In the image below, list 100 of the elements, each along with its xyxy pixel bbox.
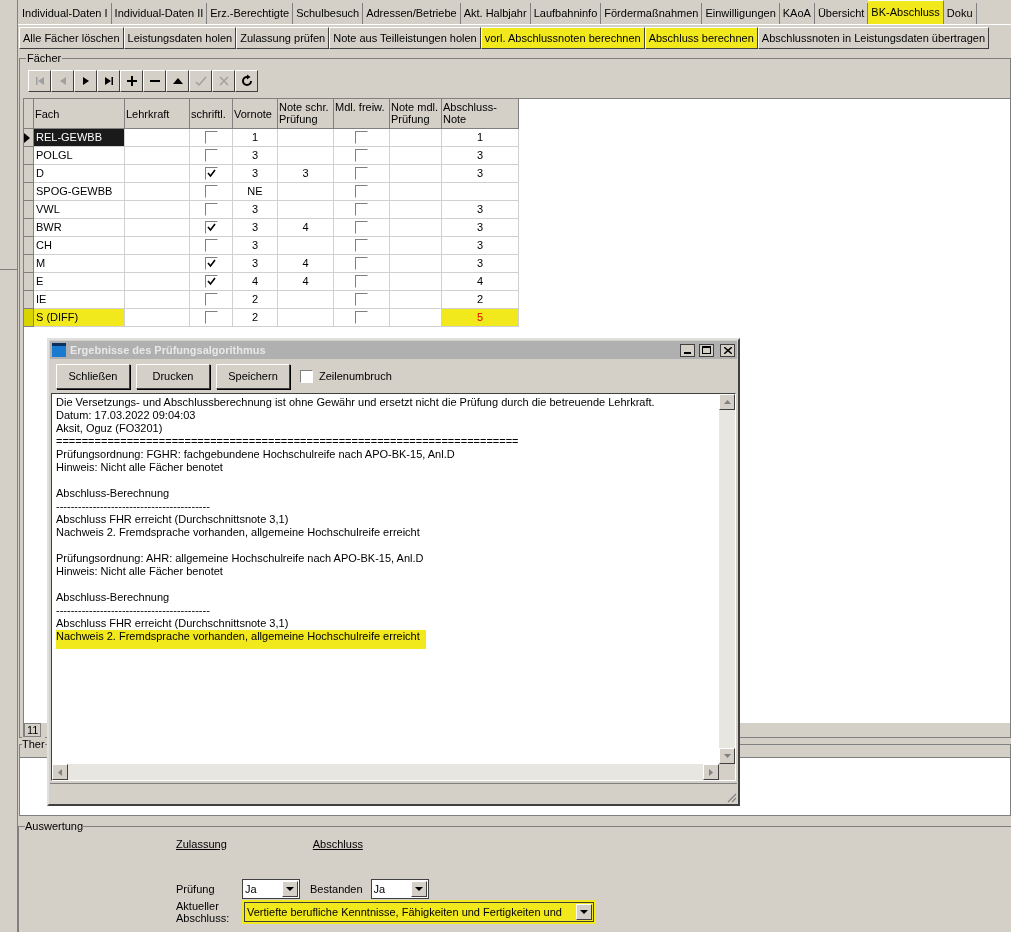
- checkbox[interactable]: [204, 293, 218, 306]
- table-cell: 1: [233, 129, 278, 147]
- table-cell: 3: [442, 165, 519, 183]
- table-cell: 4: [278, 219, 334, 237]
- dialog-button[interactable]: Schließen: [56, 363, 130, 389]
- action-button[interactable]: Alle Fächer löschen: [19, 27, 124, 49]
- close-button[interactable]: [720, 343, 735, 357]
- checkbox[interactable]: [355, 275, 368, 288]
- toolbar-button[interactable]: [120, 70, 143, 92]
- maximize-button[interactable]: [699, 343, 714, 357]
- column-header[interactable]: Vornote: [233, 99, 278, 129]
- checkbox[interactable]: [355, 185, 368, 198]
- column-header[interactable]: Fach: [34, 99, 125, 129]
- result-line: Die Versetzungs- und Abschlussberechnung ist ohne Gewähr und ersetzt nicht die Prüfung durch die betreuende Lehrkraft.: [56, 396, 655, 409]
- checkbox[interactable]: [204, 275, 218, 288]
- column-header[interactable]: Abschluss-Note: [442, 99, 519, 129]
- action-button[interactable]: Leistungsdaten holen: [123, 27, 237, 49]
- table-cell: 2: [233, 309, 278, 327]
- scroll-arrow-button[interactable]: [719, 394, 735, 410]
- checkbox-label: Zeilenumbruch: [319, 368, 392, 384]
- result-line: Abschluss-Berechnung: [56, 591, 170, 604]
- table-cell: 5: [442, 309, 519, 327]
- minimize-button[interactable]: [680, 343, 695, 357]
- tab[interactable]: Adressen/Betriebe: [363, 3, 461, 24]
- toolbar-button[interactable]: [166, 70, 189, 92]
- window-icon: [52, 343, 66, 357]
- action-button[interactable]: Abschluss berechnen: [644, 27, 758, 49]
- table-cell: 3: [233, 237, 278, 255]
- triangle-icon: [58, 768, 62, 776]
- scroll-arrow-button[interactable]: [719, 748, 735, 764]
- scroll-arrow-button[interactable]: [52, 764, 68, 780]
- column-header[interactable]: Note schr. Prüfung: [278, 99, 334, 129]
- close-icon: [723, 346, 732, 354]
- checkbox[interactable]: [204, 185, 218, 198]
- dropdown[interactable]: Ja: [370, 879, 429, 899]
- caret-icon: [580, 909, 588, 915]
- table-cell: 3: [442, 147, 519, 165]
- result-line: ------------------------------------------: [56, 604, 210, 617]
- dialog-button[interactable]: Drucken: [136, 363, 210, 389]
- checkbox[interactable]: [355, 149, 368, 162]
- table-cell: 3: [233, 201, 278, 219]
- checkbox[interactable]: [204, 167, 218, 180]
- scroll-arrow-button[interactable]: [703, 764, 719, 780]
- maximize-icon: [702, 346, 711, 354]
- vertical-scrollbar[interactable]: [719, 394, 735, 764]
- table-cell: SPOG-GEWBB: [34, 183, 125, 201]
- checkbox[interactable]: [355, 257, 368, 270]
- tab[interactable]: Akt. Halbjahr: [460, 3, 531, 24]
- table-cell: 3: [233, 147, 278, 165]
- toolbar-button[interactable]: [97, 70, 120, 92]
- result-line: Prüfungsordnung: FGHR: fachgebundene Hochschulreife nach APO-BK-15, Anl.D: [56, 448, 455, 461]
- toolbar-button[interactable]: [143, 70, 166, 92]
- dropdown[interactable]: Ja: [242, 879, 300, 899]
- checkbox[interactable]: [204, 239, 218, 252]
- row-pointer-icon: [24, 132, 30, 143]
- checkbox[interactable]: [204, 149, 218, 162]
- checkbox[interactable]: [355, 131, 368, 144]
- column-header[interactable]: Lehrkraft: [125, 99, 190, 129]
- toolbar-button[interactable]: [74, 70, 97, 92]
- checkbox[interactable]: [204, 203, 218, 216]
- checkbox[interactable]: [355, 293, 368, 306]
- column-header[interactable]: Note mdl. Prüfung: [390, 99, 442, 129]
- result-line: Datum: 17.03.2022 09:04:03: [56, 409, 196, 422]
- plus-icon: [124, 74, 139, 88]
- table-cell: 3: [442, 201, 519, 219]
- column-header[interactable]: schriftl.: [190, 99, 233, 129]
- checkbox[interactable]: [204, 311, 218, 324]
- checkbox[interactable]: [300, 369, 313, 383]
- checkbox[interactable]: [355, 203, 368, 216]
- horizontal-scrollbar[interactable]: [52, 764, 719, 780]
- checkbox[interactable]: [204, 131, 218, 144]
- checkbox[interactable]: [204, 257, 218, 270]
- dropdown[interactable]: Vertiefte berufliche Kenntnisse, Fähigkeiten und Fertigkeiten und: [244, 902, 594, 922]
- table-cell: VWL: [34, 201, 125, 219]
- section-heading: Zulassung: [176, 837, 227, 851]
- action-button[interactable]: Note aus Teilleistungen holen: [329, 27, 481, 49]
- group-title: Fächer: [26, 51, 63, 65]
- table-cell: E: [34, 273, 125, 291]
- action-button[interactable]: vorl. Abschlussnoten berechnen: [480, 27, 645, 49]
- dialog-button[interactable]: Speichern: [216, 363, 290, 389]
- table-cell: NE: [233, 183, 278, 201]
- checkbox[interactable]: [204, 221, 218, 234]
- tab[interactable]: Schulbesuch: [293, 3, 364, 24]
- scrollbar-corner: [719, 764, 735, 780]
- table-cell: 3: [442, 237, 519, 255]
- table-cell: M: [34, 255, 125, 273]
- action-button[interactable]: Abschlussnoten in Leistungsdaten übertragen: [757, 27, 990, 49]
- checkbox[interactable]: [355, 239, 368, 252]
- action-button[interactable]: Zulassung prüfen: [236, 27, 330, 49]
- checkbox[interactable]: [355, 311, 368, 324]
- table-cell: 3: [442, 255, 519, 273]
- resize-grip-icon: [725, 791, 737, 803]
- group-title: Auswertung: [25, 819, 84, 833]
- tab[interactable]: BK-Abschluss: [868, 0, 944, 24]
- column-header[interactable]: Mdl. freiw.: [334, 99, 390, 129]
- toolbar-button[interactable]: [235, 70, 258, 92]
- checkbox[interactable]: [355, 221, 368, 234]
- result-line: Aksit, Oguz (FO3201): [56, 422, 163, 435]
- group-title: Ther: [22, 737, 45, 751]
- checkbox[interactable]: [355, 167, 368, 180]
